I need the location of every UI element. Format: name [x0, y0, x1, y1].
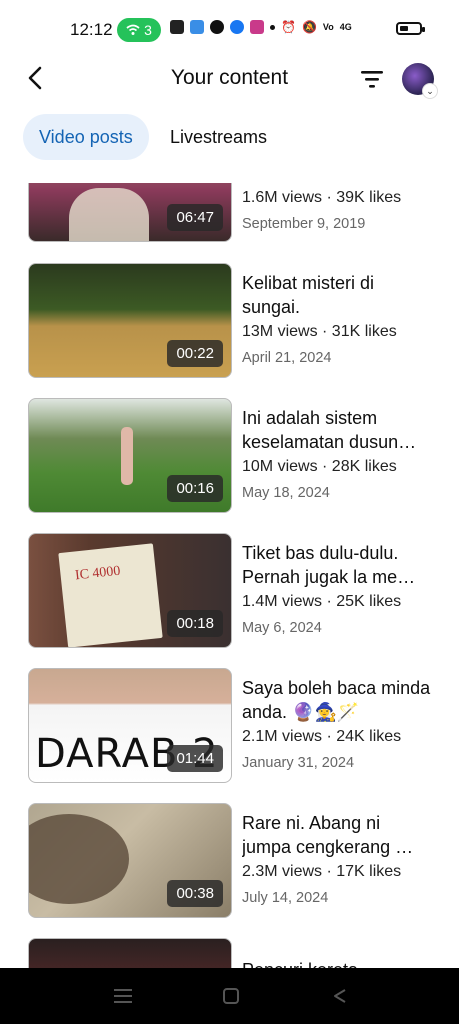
app-icon: [190, 20, 204, 34]
video-stats: 1.6M views · 39K likes: [242, 189, 402, 206]
video-meta: Rare ni. Abang ni jumpa cengkerang … 2.3…: [242, 811, 432, 909]
video-meta: 1.6M views · 39K likes September 9, 2019: [242, 185, 432, 235]
status-bar: 12:12 3 ⏰ 🔕 Vo 4G: [0, 0, 459, 52]
tab-video-posts[interactable]: Video posts: [23, 114, 149, 160]
video-duration: 00:16: [167, 475, 223, 502]
back-triangle-icon[interactable]: [333, 988, 347, 1004]
video-meta: Pencuri kereta: [242, 958, 432, 968]
video-meta: Tiket bas dulu-dulu. Pernah jugak la me……: [242, 541, 432, 639]
app2-icon: [250, 20, 264, 34]
page-title: Your content: [170, 66, 289, 89]
avatar[interactable]: ⌄: [402, 63, 438, 99]
list-item[interactable]: 00:22 Kelibat misteri di sungai. 13M vie…: [28, 263, 438, 379]
header: Your content ⌄: [0, 52, 459, 108]
system-nav-bar: [0, 968, 459, 1024]
video-thumbnail[interactable]: 06:47: [28, 183, 232, 242]
video-title: Kelibat misteri di sungai.: [242, 273, 375, 317]
tiktok-icon: [210, 20, 224, 34]
tab-livestreams[interactable]: Livestreams: [154, 114, 283, 160]
video-stats: 13M views · 31K likes: [242, 323, 397, 340]
video-title: Tiket bas dulu-dulu. Pernah jugak la me…: [242, 543, 416, 587]
notification-icons: ⏰ 🔕 Vo 4G: [170, 20, 352, 34]
video-title: Ini adalah sistem keselamatan dusun…: [242, 408, 417, 452]
battery-icon: [396, 22, 425, 35]
wifi-count: 3: [144, 22, 152, 38]
video-duration: 00:38: [167, 880, 223, 907]
video-duration: 01:44: [167, 745, 223, 772]
volte-icon: Vo: [322, 22, 334, 32]
list-item[interactable]: 06:47 1.6M views · 39K likes September 9…: [28, 183, 438, 243]
video-thumbnail[interactable]: DARAB 2 01:44: [28, 668, 232, 783]
video-date: May 6, 2024: [242, 620, 322, 636]
list-item[interactable]: 00:38 Rare ni. Abang ni jumpa cengkerang…: [28, 803, 438, 919]
video-thumbnail[interactable]: 00:22: [28, 263, 232, 378]
video-date: April 21, 2024: [242, 350, 332, 366]
facebook-icon: [230, 20, 244, 34]
home-icon[interactable]: [223, 988, 239, 1004]
list-item[interactable]: 00:16 Ini adalah sistem keselamatan dusu…: [28, 398, 438, 514]
video-stats: 10M views · 28K likes: [242, 458, 397, 475]
wifi-hotspot-indicator: 3: [117, 18, 161, 42]
list-item[interactable]: DARAB 2 01:44 Saya boleh baca minda anda…: [28, 668, 438, 784]
more-notifications-dot: [270, 24, 275, 30]
video-date: May 18, 2024: [242, 485, 330, 501]
video-duration: 00:22: [167, 340, 223, 367]
shop-icon: [170, 20, 184, 34]
alarm-icon: ⏰: [281, 20, 296, 34]
filter-icon[interactable]: [360, 68, 384, 90]
video-stats: 2.1M views · 24K likes: [242, 728, 402, 745]
video-thumbnail[interactable]: 00:38: [28, 803, 232, 918]
signal-icon: 4G: [339, 22, 352, 32]
video-meta: Saya boleh baca minda anda. 🔮🧙‍♀️🪄 2.1M …: [242, 676, 432, 774]
list-item[interactable]: IC 4000 00:18 Tiket bas dulu-dulu. Perna…: [28, 533, 438, 649]
video-date: September 9, 2019: [242, 216, 366, 232]
status-time: 12:12: [70, 20, 113, 39]
list-item[interactable]: Pencuri kereta: [28, 938, 438, 968]
menu-icon[interactable]: [114, 988, 132, 1004]
video-thumbnail[interactable]: 00:16: [28, 398, 232, 513]
video-date: July 14, 2024: [242, 890, 329, 906]
video-title: Saya boleh baca minda anda. 🔮🧙‍♀️🪄: [242, 678, 431, 722]
content-tabs: Video posts Livestreams: [0, 114, 459, 160]
video-stats: 2.3M views · 17K likes: [242, 863, 402, 880]
wifi-icon: [126, 24, 140, 35]
mute-icon: 🔕: [301, 20, 317, 34]
video-date: January 31, 2024: [242, 755, 355, 771]
video-stats: 1.4M views · 25K likes: [242, 593, 402, 610]
video-thumbnail[interactable]: [28, 938, 232, 968]
video-title: Pencuri kereta: [242, 958, 432, 968]
video-thumbnail[interactable]: IC 4000 00:18: [28, 533, 232, 648]
chevron-down-icon: ⌄: [422, 83, 438, 99]
video-list[interactable]: 06:47 1.6M views · 39K likes September 9…: [0, 183, 459, 968]
video-duration: 06:47: [167, 204, 223, 231]
video-meta: Ini adalah sistem keselamatan dusun… 10M…: [242, 406, 432, 504]
video-meta: Kelibat misteri di sungai. 13M views · 3…: [242, 271, 432, 369]
video-title: Rare ni. Abang ni jumpa cengkerang …: [242, 813, 414, 857]
video-duration: 00:18: [167, 610, 223, 637]
